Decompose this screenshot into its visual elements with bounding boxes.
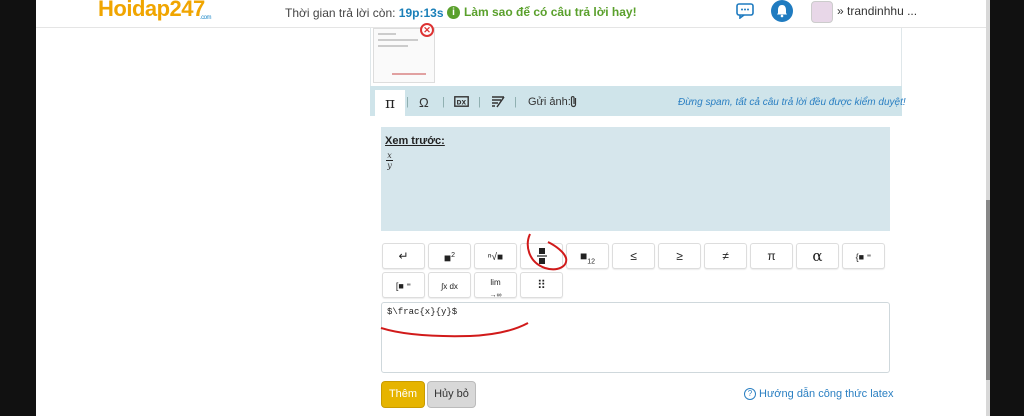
thumb-line xyxy=(378,33,396,35)
preview-box xyxy=(381,127,890,231)
timer-label: Thời gian trả lời còn: xyxy=(285,6,399,20)
thumb-line xyxy=(378,39,418,41)
paperclip-icon[interactable] xyxy=(569,95,578,108)
preview-denominator: y xyxy=(387,161,392,170)
limit-label: lim xyxy=(490,278,501,287)
info-icon: i xyxy=(447,5,460,19)
user-menu[interactable]: » trandinhhu ... xyxy=(837,4,917,18)
add-button[interactable]: Thêm xyxy=(381,381,425,408)
tip-text: Làm sao để có câu trả lời hay! xyxy=(464,5,637,19)
not-equal-symbol: ≠ xyxy=(722,249,729,263)
draw-icon[interactable] xyxy=(491,96,505,108)
limit-subscript: →∞ xyxy=(489,292,502,299)
nth-root-button[interactable]: ⁿ√■ xyxy=(474,243,517,269)
limit-button[interactable]: lim →∞ xyxy=(474,272,517,299)
greater-equal-symbol: ≥ xyxy=(676,249,683,263)
superscript-exponent: 2 xyxy=(451,252,456,259)
less-equal-symbol: ≤ xyxy=(630,249,637,263)
subscript-exponent: 12 xyxy=(587,258,596,266)
timer-value: 19p:13s xyxy=(398,6,444,20)
preview-fraction: x y xyxy=(386,151,393,170)
toolbar-separator: | xyxy=(478,96,481,108)
chat-icon[interactable] xyxy=(736,3,754,19)
code-icon[interactable]: DX xyxy=(454,96,469,107)
logo-text: Hoidap247 xyxy=(98,0,205,21)
subscript-button[interactable]: ■12 xyxy=(566,243,609,269)
answer-timer: Thời gian trả lời còn: 19p:13s xyxy=(285,6,444,20)
answer-tip-link[interactable]: i Làm sao để có câu trả lời hay! xyxy=(447,5,637,19)
bracket-system-button[interactable]: [■ ⁼ xyxy=(382,272,425,298)
logo-suffix: .com xyxy=(200,15,212,21)
latex-input[interactable]: $\frac{x}{y}$ xyxy=(381,302,890,373)
thumb-line xyxy=(378,45,408,47)
greater-equal-button[interactable]: ≥ xyxy=(658,243,701,269)
matrix-button[interactable]: ⠿ xyxy=(520,272,563,298)
brace-system-icon: {■ ⁼ xyxy=(855,252,872,262)
preview-title: Xem trước: xyxy=(385,135,445,147)
tab-special-chars[interactable]: Ω xyxy=(419,95,429,110)
top-header: Hoidap247 .com Thời gian trả lời còn: 19… xyxy=(36,0,986,28)
fraction-icon xyxy=(536,248,547,264)
enter-icon: ↵ xyxy=(398,249,409,263)
right-gutter xyxy=(988,0,1024,416)
toolbar-separator: | xyxy=(406,96,409,108)
less-equal-button[interactable]: ≤ xyxy=(612,243,655,269)
alpha-button[interactable]: α xyxy=(796,243,839,269)
pi-button[interactable]: π xyxy=(750,243,793,269)
integral-button[interactable]: ∫x dx xyxy=(428,272,471,298)
left-gutter xyxy=(0,0,36,416)
system-of-equations-button[interactable]: {■ ⁼ xyxy=(842,243,885,269)
username: trandinhhu ... xyxy=(847,4,918,18)
scrollbar-thumb[interactable] xyxy=(986,200,990,380)
latex-help-link[interactable]: ? Hướng dẫn công thức latex xyxy=(744,388,893,400)
toolbar-separator: | xyxy=(514,96,517,108)
chevron-down-icon: » xyxy=(837,4,844,18)
remove-image-icon[interactable]: ✕ xyxy=(420,23,434,37)
bracket-system-icon: [■ ⁼ xyxy=(395,281,412,291)
integral-icon: ∫x dx xyxy=(441,282,458,291)
matrix-icon: ⠿ xyxy=(537,278,546,292)
superscript-button[interactable]: ■2 xyxy=(428,243,471,269)
thumb-line xyxy=(392,73,426,75)
tab-math-symbols[interactable]: π xyxy=(375,90,405,116)
pi-symbol: π xyxy=(767,249,776,263)
site-logo[interactable]: Hoidap247 .com xyxy=(98,0,212,22)
cancel-button[interactable]: Hủy bỏ xyxy=(427,381,476,408)
newline-button[interactable]: ↵ xyxy=(382,243,425,269)
upload-image-label: Gửi ảnh: xyxy=(528,96,571,108)
alpha-symbol: α xyxy=(812,247,823,265)
not-equal-button[interactable]: ≠ xyxy=(704,243,747,269)
preview-numerator: x xyxy=(387,151,392,160)
avatar[interactable] xyxy=(811,1,833,23)
spam-warning: Đừng spam, tất cả câu trả lời đều được k… xyxy=(678,97,906,108)
attachments-area xyxy=(370,28,902,86)
help-icon: ? xyxy=(744,388,756,400)
latex-help-text: Hướng dẫn công thức latex xyxy=(759,388,894,400)
bell-icon[interactable] xyxy=(771,0,793,22)
fraction-button[interactable] xyxy=(520,243,563,269)
toolbar-separator: | xyxy=(442,96,445,108)
root-icon: ⁿ√■ xyxy=(487,252,504,263)
svg-text:DX: DX xyxy=(457,99,467,106)
